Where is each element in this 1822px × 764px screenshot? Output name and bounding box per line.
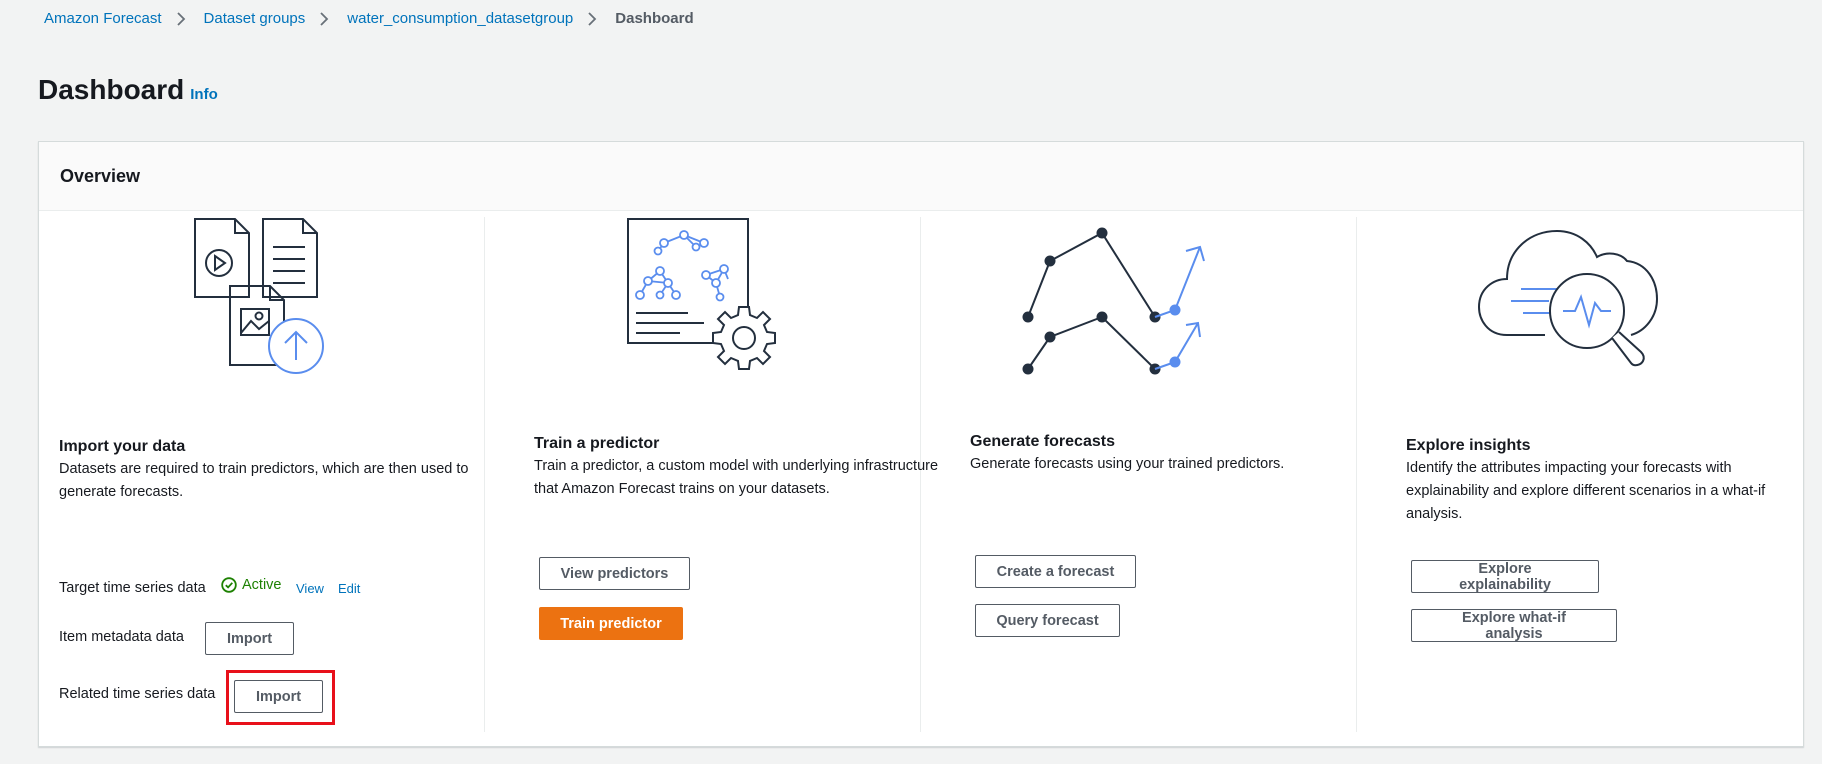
breadcrumb-current: Dashboard — [615, 10, 694, 27]
explore-explainability-button[interactable]: Explore explainability — [1411, 560, 1599, 593]
import-data-description: Datasets are required to train predictor… — [59, 461, 469, 500]
chevron-right-icon — [320, 11, 329, 26]
breadcrumb-amazon-forecast[interactable]: Amazon Forecast — [44, 10, 162, 27]
view-predictors-button[interactable]: View predictors — [539, 557, 690, 590]
breadcrumb: Amazon Forecast Dataset groups water_con… — [44, 10, 694, 27]
explore-whatif-button[interactable]: Explore what-if analysis — [1411, 609, 1617, 642]
page-header: Dashboard Info — [38, 74, 218, 106]
overview-header: Overview — [39, 142, 1803, 211]
train-predictor-title: Train a predictor — [534, 435, 660, 452]
related-series-label: Related time series data — [59, 686, 216, 702]
page-title: Dashboard — [38, 74, 185, 105]
explore-insights-column: Explore insights Identify the attributes… — [1356, 217, 1803, 732]
train-predictor-column: Train a predictor Train a predictor, a c… — [484, 217, 938, 732]
item-metadata-label: Item metadata data — [59, 629, 184, 645]
generate-forecasts-column: Generate forecasts Generate forecasts us… — [920, 217, 1357, 732]
import-data-title: Import your data — [59, 438, 186, 455]
create-forecast-button[interactable]: Create a forecast — [975, 555, 1136, 588]
chevron-right-icon — [176, 11, 185, 26]
overview-panel: Overview Import your data Datasets are r… — [38, 141, 1804, 747]
train-predictor-illustration — [627, 218, 776, 370]
chevron-right-icon — [588, 11, 597, 26]
status-active-text: Active — [242, 577, 282, 593]
status-active-icon — [221, 577, 237, 593]
info-link[interactable]: Info — [190, 86, 218, 103]
overview-title: Overview — [60, 165, 141, 186]
overview-columns: Import your data Datasets are required t… — [39, 217, 1803, 746]
train-predictor-button[interactable]: Train predictor — [539, 607, 683, 640]
generate-forecast-illustration — [1022, 227, 1205, 375]
import-data-column: Import your data Datasets are required t… — [39, 217, 485, 732]
explore-insights-illustration — [1477, 229, 1659, 367]
target-series-label: Target time series data — [59, 580, 206, 596]
breadcrumb-dataset-group[interactable]: water_consumption_datasetgroup — [347, 10, 573, 27]
import-item-metadata-button[interactable]: Import — [205, 622, 294, 655]
train-predictor-description: Train a predictor, a custom model with u… — [534, 458, 939, 497]
target-edit-link[interactable]: Edit — [338, 581, 360, 596]
breadcrumb-dataset-groups[interactable]: Dataset groups — [204, 10, 306, 27]
explore-insights-description: Identify the attributes impacting your f… — [1406, 460, 1766, 522]
generate-forecasts-description: Generate forecasts using your trained pr… — [970, 456, 1285, 472]
import-related-series-button[interactable]: Import — [234, 680, 323, 713]
query-forecast-button[interactable]: Query forecast — [975, 604, 1120, 637]
target-series-status: Active — [221, 577, 282, 593]
target-view-link[interactable]: View — [296, 581, 324, 596]
explore-insights-title: Explore insights — [1406, 437, 1531, 454]
import-data-illustration — [194, 218, 324, 374]
generate-forecasts-title: Generate forecasts — [970, 433, 1115, 450]
